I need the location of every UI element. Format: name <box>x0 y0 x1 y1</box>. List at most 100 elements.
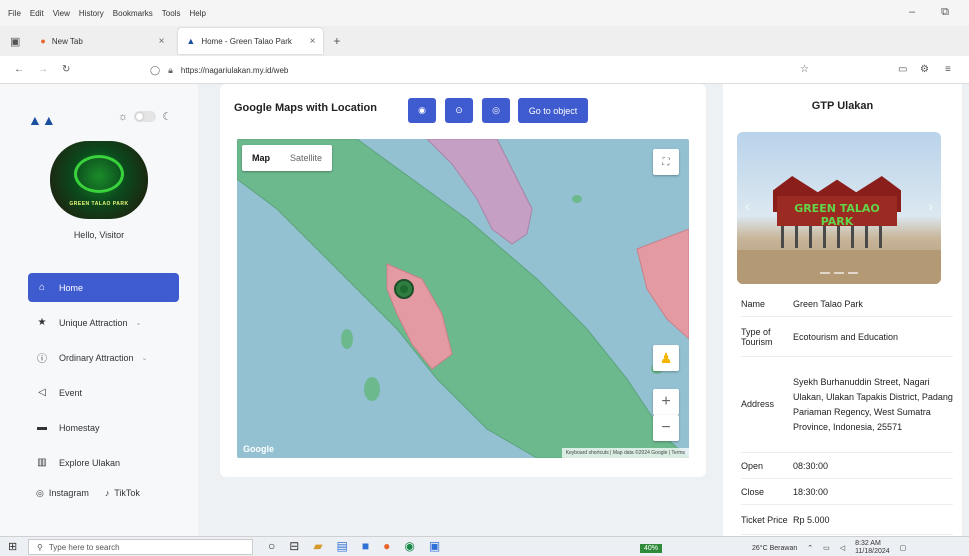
set-location-button[interactable]: ⊙ <box>445 98 473 123</box>
tab-home[interactable]: ▲ Home - Green Talao Park × <box>178 28 324 54</box>
close-icon[interactable]: × <box>310 36 316 47</box>
map-type-map[interactable]: Map <box>242 145 280 171</box>
info-row: Close 18:30:00 <box>741 479 953 505</box>
current-location-button[interactable]: ◉ <box>408 98 436 123</box>
firefox-icon: ● <box>40 36 46 46</box>
new-tab-icon[interactable]: + <box>333 34 340 48</box>
info-key: Name <box>741 298 766 309</box>
zoom-out-button[interactable]: − <box>653 415 679 441</box>
back-icon[interactable]: ← <box>14 64 24 75</box>
island <box>341 329 353 349</box>
info-row: Name Green Talao Park <box>741 291 953 317</box>
moon-icon: ☾ <box>162 111 172 123</box>
reload-icon[interactable]: ↻ <box>62 64 70 75</box>
site-favicon-icon: ▲ <box>186 36 196 46</box>
windows-start-icon[interactable]: ⊞ <box>8 540 17 553</box>
star-icon: ★ <box>37 317 47 328</box>
google-map[interactable]: Map Satellite ⛶ ♟ + − Google Keyboard sh… <box>237 139 689 458</box>
app-icon[interactable]: ▣ <box>429 539 440 553</box>
instagram-link[interactable]: ◎ Instagram <box>36 488 89 499</box>
clock[interactable]: 8:32 AM 11/18/2024 <box>855 540 890 556</box>
forward-icon[interactable]: → <box>38 64 48 75</box>
info-value: Rp 5.000 <box>793 514 830 525</box>
zoom-in-button[interactable]: + <box>653 389 679 415</box>
info-value: 18:30:00 <box>793 486 829 497</box>
task-view-icon[interactable]: ⊟ <box>289 539 299 553</box>
carousel-indicators[interactable] <box>737 272 941 274</box>
instagram-icon: ◎ <box>36 488 44 498</box>
megaphone-icon: ◁ <box>38 387 46 398</box>
carousel-next-icon[interactable]: › <box>928 198 933 214</box>
extension-icon[interactable]: ⚙ <box>920 64 929 75</box>
chrome-icon[interactable]: ◉ <box>404 539 414 553</box>
sidebar-item-ordinary-attraction[interactable]: ⓘ Ordinary Attraction ⌄ <box>28 343 179 372</box>
google-logo: Google <box>243 444 274 454</box>
clock-time: 8:32 AM <box>855 540 881 547</box>
theme-toggle[interactable]: ☼ ☾ <box>118 110 172 124</box>
sidebar-item-unique-attraction[interactable]: ★ Unique Attraction ⌄ <box>28 308 179 337</box>
notification-icon[interactable]: ▢ <box>900 544 907 552</box>
info-value: Ecotourism and Education <box>793 331 899 342</box>
sidebar-item-event[interactable]: ◁ Event <box>28 378 179 407</box>
minimize-icon[interactable]: – <box>909 6 915 19</box>
chevron-down-icon: ⌄ <box>135 319 142 327</box>
menu-file[interactable]: File <box>8 9 21 18</box>
gate-pillars <box>781 226 893 248</box>
close-icon[interactable]: × <box>159 36 165 47</box>
view-button[interactable]: ◎ <box>482 98 510 123</box>
menu-tools[interactable]: Tools <box>162 9 181 18</box>
tab-list-icon[interactable]: ▣ <box>10 35 20 48</box>
taskbar-search[interactable]: ⚲ Type here to search <box>28 539 253 555</box>
menu-help[interactable]: Help <box>189 9 205 18</box>
url-bar[interactable]: ◯ 🔒︎ https://nagariulakan.my.id/web <box>150 60 790 80</box>
info-key: Ticket Price <box>741 514 788 525</box>
weather-widget[interactable]: 26°C Berawan <box>752 545 797 552</box>
detail-title: GTP Ulakan <box>811 100 874 112</box>
sidebar-item-home[interactable]: ⌂ Home <box>28 273 179 302</box>
info-value: 08:30:00 <box>793 460 829 471</box>
app-icon[interactable]: ▰ <box>313 539 322 553</box>
network-icon[interactable]: ▭ <box>823 544 830 552</box>
chevron-up-icon[interactable]: ⌃ <box>807 544 813 552</box>
firefox-icon[interactable]: ● <box>383 539 390 553</box>
tiktok-label: TikTok <box>114 488 140 498</box>
info-value: Green Talao Park <box>793 298 863 309</box>
theme-switch[interactable] <box>134 111 157 122</box>
info-key: Type of Tourism <box>741 326 773 347</box>
battery-indicator[interactable]: 40% <box>640 543 663 553</box>
minus-icon: − <box>661 419 671 436</box>
tiktok-icon: ♪ <box>104 488 110 498</box>
sidebar-item-homestay[interactable]: ▬ Homestay <box>28 413 179 442</box>
tab-new-tab[interactable]: ● New Tab × <box>32 28 172 54</box>
social-links: ◎ Instagram ♪ TikTok <box>36 488 140 499</box>
instagram-label: Instagram <box>48 488 89 498</box>
street-view-button[interactable]: ♟ <box>653 345 679 371</box>
app-icon[interactable]: ■ <box>362 539 369 553</box>
volume-icon[interactable]: ◁ <box>840 544 845 552</box>
map-canvas <box>237 139 689 458</box>
pocket-icon[interactable]: ▭ <box>898 64 907 75</box>
menu-bookmarks[interactable]: Bookmarks <box>113 9 153 18</box>
map-type-satellite[interactable]: Satellite <box>280 145 332 171</box>
menu-edit[interactable]: Edit <box>30 9 44 18</box>
tiktok-link[interactable]: ♪ TikTok <box>105 488 140 499</box>
sidebar-item-explore-ulakan[interactable]: ▥ Explore Ulakan <box>28 448 179 477</box>
go-to-object-button[interactable]: Go to object <box>518 98 588 123</box>
taskbar-search-placeholder: Type here to search <box>48 542 120 552</box>
map-icon: ▥ <box>37 457 47 468</box>
carousel-prev-icon[interactable]: ‹ <box>745 198 750 214</box>
site-logo-icon[interactable]: ▲▲ <box>28 112 56 128</box>
info-row: Address Syekh Burhanuddin Street, Nagari… <box>741 357 953 453</box>
store-icon[interactable]: ▤ <box>337 539 348 553</box>
menu-history[interactable]: History <box>79 9 104 18</box>
kalimantan-landmass <box>636 228 689 340</box>
menu-icon[interactable]: ≡ <box>945 64 951 75</box>
bookmark-star-icon[interactable]: ☆ <box>800 64 809 75</box>
menu-view[interactable]: View <box>53 9 70 18</box>
map-attribution[interactable]: Keyboard shortcuts | Map data ©2024 Goog… <box>561 448 689 458</box>
restore-icon[interactable]: ⧉ <box>941 6 949 19</box>
system-tray: 40% 26°C Berawan ⌃ ▭ ◁ 8:32 AM 11/18/202… <box>640 540 906 556</box>
fullscreen-button[interactable]: ⛶ <box>653 149 679 175</box>
cortana-icon[interactable]: ○ <box>268 539 275 553</box>
eye-icon: ◎ <box>492 105 500 115</box>
